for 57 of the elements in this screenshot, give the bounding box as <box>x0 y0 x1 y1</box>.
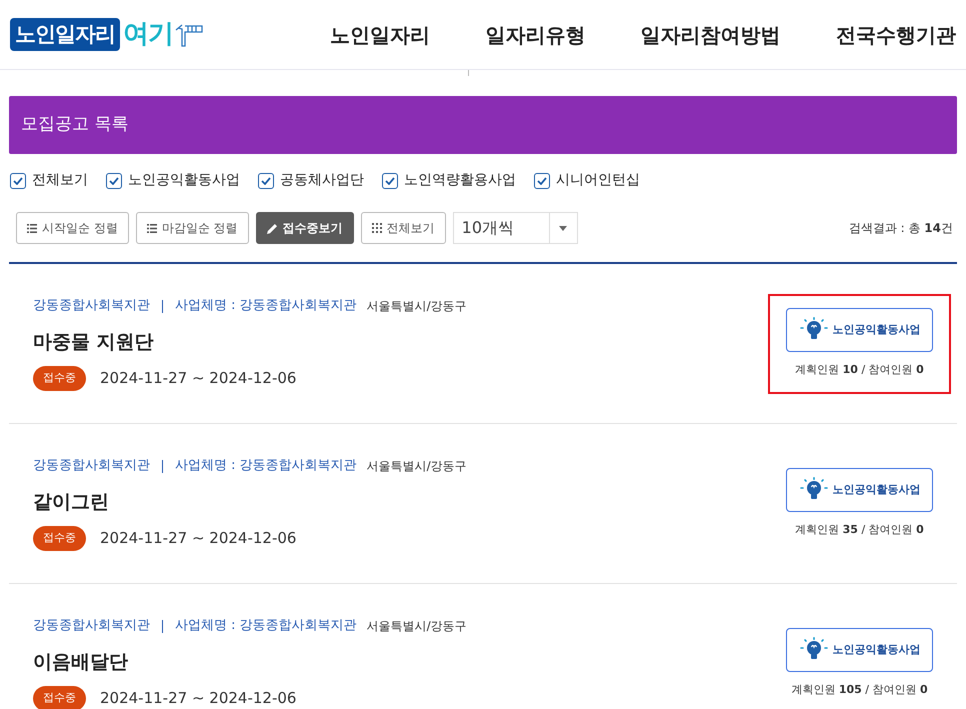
region-text: 서울특별시/강동구 <box>366 458 467 475</box>
toolbar-button[interactable]: 접수중보기 <box>256 212 354 244</box>
nav-link[interactable]: 일자리참여방법 <box>640 20 781 50</box>
org-link[interactable]: 강동종합사회복지관 <box>33 456 150 476</box>
filter-label: 노인역량활용사업 <box>404 171 516 190</box>
nav-link[interactable]: 전국수행기관 <box>836 20 956 50</box>
filter-label: 전체보기 <box>32 171 88 190</box>
checkbox[interactable] <box>106 172 122 188</box>
nav-link[interactable]: 일자리유형 <box>485 20 586 50</box>
checkmark-icon <box>109 176 119 184</box>
period-text: 2024-11-27 ~ 2024-12-06 <box>100 688 296 709</box>
checkbox[interactable] <box>382 172 398 188</box>
checkbox[interactable] <box>258 172 274 188</box>
headcount-text: 계획인원 105 / 참여인원 0 <box>791 682 928 698</box>
region-text: 서울특별시/강동구 <box>366 298 467 315</box>
nav-link[interactable]: 노인일자리 <box>330 20 430 50</box>
filter-label: 공동체사업단 <box>280 171 364 190</box>
filter-label: 노인공익활동사업 <box>128 171 240 190</box>
type-button[interactable]: 노인공익활동사업 <box>786 628 933 672</box>
pencil-icon <box>266 222 278 234</box>
listing-title[interactable]: 같이그린 <box>33 488 768 516</box>
period-text: 2024-11-27 ~ 2024-12-06 <box>100 528 296 550</box>
status-badge: 접수중 <box>33 526 86 551</box>
banner-title: 모집공고 목록 <box>21 113 128 136</box>
listing-title[interactable]: 마중물 지원단 <box>33 328 768 356</box>
toolbar-button[interactable]: 시작일순 정렬 <box>16 212 129 244</box>
grid-icon <box>372 223 382 233</box>
toolbar-button[interactable]: 전체보기 <box>360 212 446 244</box>
status-badge: 접수중 <box>33 686 86 709</box>
listing-title[interactable]: 이음배달단 <box>33 648 768 676</box>
page-size-select[interactable]: 10개씩 <box>452 212 578 244</box>
region-text: 서울특별시/강동구 <box>366 618 467 635</box>
status-badge: 접수중 <box>33 366 86 391</box>
business-link[interactable]: 사업체명 : 강동종합사회복지관 <box>175 616 357 636</box>
type-button[interactable]: 노인공익활동사업 <box>786 308 933 352</box>
logo-badge[interactable]: 노인일자리 <box>10 18 120 52</box>
business-link[interactable]: 사업체명 : 강동종합사회복지관 <box>175 456 357 476</box>
toolbar-button[interactable]: 마감일순 정렬 <box>136 212 249 244</box>
checkmark-icon <box>385 176 395 184</box>
period-text: 2024-11-27 ~ 2024-12-06 <box>100 368 296 390</box>
headcount-text: 계획인원 10 / 참여인원 0 <box>795 362 924 378</box>
logo-text: 여기 <box>123 18 173 51</box>
list-icon <box>27 224 37 232</box>
business-link[interactable]: 사업체명 : 강동종합사회복지관 <box>175 296 357 316</box>
checkmark-icon <box>13 176 23 184</box>
type-button[interactable]: 노인공익활동사업 <box>786 468 933 512</box>
filter-label: 시니어인턴십 <box>556 171 640 190</box>
org-link[interactable]: 강동종합사회복지관 <box>33 296 150 316</box>
org-link[interactable]: 강동종합사회복지관 <box>33 616 150 636</box>
checkmark-icon <box>261 176 271 184</box>
checkbox[interactable] <box>10 172 26 188</box>
checkbox[interactable] <box>534 172 550 188</box>
checkmark-icon <box>537 176 547 184</box>
list-icon <box>146 224 157 232</box>
caret-icon <box>559 226 568 230</box>
result-count: 검색결과 : 총 14건 <box>848 220 953 237</box>
headcount-text: 계획인원 35 / 참여인원 0 <box>795 522 924 538</box>
